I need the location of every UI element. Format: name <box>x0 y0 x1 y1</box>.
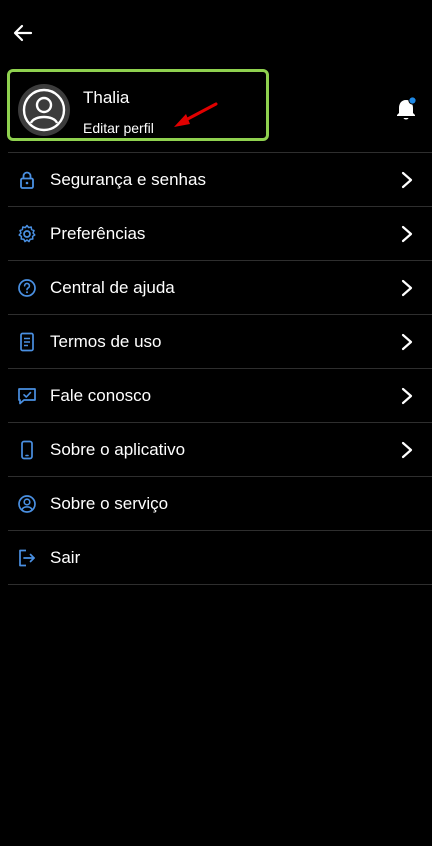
lock-icon <box>16 169 38 191</box>
account-circle-icon <box>16 493 38 515</box>
menu-item-terms[interactable]: Termos de uso <box>8 315 432 369</box>
avatar <box>18 84 70 136</box>
top-bar <box>0 0 432 66</box>
edit-profile-link[interactable]: Editar perfil <box>83 120 154 136</box>
chevron-right-icon <box>399 170 415 190</box>
settings-menu: Segurança e senhas Preferências Central … <box>0 153 432 585</box>
profile-name: Thalia <box>83 88 130 107</box>
chevron-right-icon <box>399 386 415 406</box>
menu-item-label: Preferências <box>50 224 146 243</box>
menu-item-label: Sair <box>50 548 81 567</box>
profile-card[interactable]: Thalia Editar perfil <box>7 69 269 141</box>
back-button[interactable] <box>8 18 38 48</box>
annotation-arrow-icon <box>174 102 218 127</box>
user-circle-icon <box>22 88 66 132</box>
menu-item-preferences[interactable]: Preferências <box>8 207 432 261</box>
help-icon <box>16 277 38 299</box>
bell-icon <box>397 96 417 120</box>
menu-item-help-center[interactable]: Central de ajuda <box>8 261 432 315</box>
document-icon <box>16 331 38 353</box>
menu-item-about-app[interactable]: Sobre o aplicativo <box>8 423 432 477</box>
menu-item-logout[interactable]: Sair <box>8 531 432 585</box>
chevron-right-icon <box>399 278 415 298</box>
chat-icon <box>16 385 38 407</box>
menu-item-label: Segurança e senhas <box>50 170 206 189</box>
menu-item-label: Sobre o serviço <box>50 494 169 513</box>
gear-icon <box>16 223 38 245</box>
menu-item-about-service[interactable]: Sobre o serviço <box>8 477 432 531</box>
notifications-button[interactable] <box>392 95 420 123</box>
menu-item-label: Central de ajuda <box>50 278 175 297</box>
menu-item-label: Sobre o aplicativo <box>50 440 186 459</box>
menu-item-label: Termos de uso <box>50 332 162 351</box>
menu-item-label: Fale conosco <box>50 386 152 405</box>
arrow-left-icon <box>13 24 33 42</box>
logout-icon <box>16 547 38 569</box>
chevron-right-icon <box>399 224 415 244</box>
menu-item-contact[interactable]: Fale conosco <box>8 369 432 423</box>
chevron-right-icon <box>399 332 415 352</box>
chevron-right-icon <box>399 440 415 460</box>
menu-item-security[interactable]: Segurança e senhas <box>8 153 432 207</box>
phone-icon <box>16 439 38 461</box>
